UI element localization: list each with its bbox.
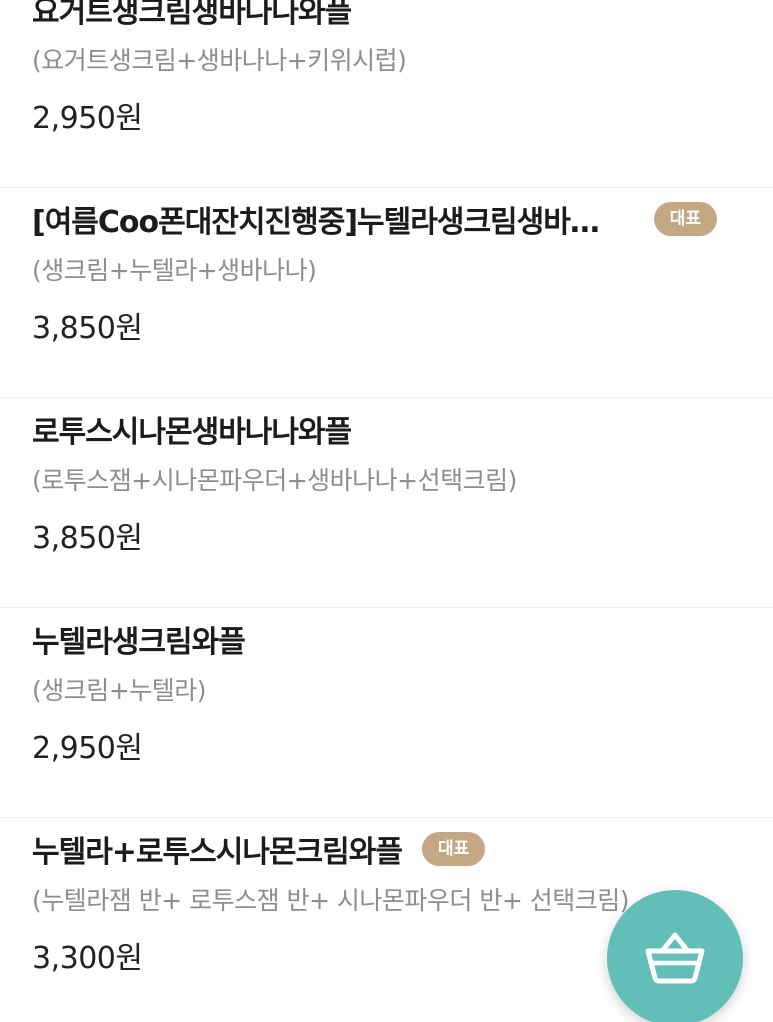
item-title: 누텔라생크림와플 [32, 625, 245, 660]
menu-list: 요거트생크림생바나나와플 (요거트생크림+생바나나+키위시럽) 2,950원 [… [0, 0, 773, 1022]
item-title: 누텔라+로투스시나몬크림와플 [32, 835, 402, 870]
signature-badge: 대표 [653, 202, 717, 236]
item-price: 3,300원 [32, 941, 143, 976]
signature-badge: 대표 [421, 832, 486, 866]
item-title-row: 누텔라+로투스시나몬크림와플 대표 [32, 829, 733, 870]
menu-item[interactable]: 로투스시나몬생바나나와플 (로투스잼+시나몬파우더+생바나나+선택크림) 3,8… [0, 399, 773, 608]
basket-icon [645, 932, 705, 984]
item-title-row: 로투스시나몬생바나나와플 [32, 409, 733, 450]
item-price: 2,950원 [32, 731, 143, 766]
item-title: 로투스시나몬생바나나와플 [32, 415, 352, 450]
item-price: 2,950원 [32, 101, 143, 136]
item-price: 3,850원 [32, 521, 143, 556]
item-description: (로투스잼+시나몬파우더+생바나나+선택크림) [32, 466, 517, 495]
item-title: 요거트생크림생바나나와플 [32, 0, 352, 30]
item-title-row: 누텔라생크림와플 [32, 619, 733, 660]
cart-button[interactable] [607, 890, 743, 1022]
item-title: [여름Coo폰대잔치진행중]누텔라생크림생바나나와플 [32, 205, 624, 240]
menu-item[interactable]: [여름Coo폰대잔치진행중]누텔라생크림생바나나와플 대표 (생크림+누텔라+생… [0, 189, 773, 398]
item-description: (누텔라잼 반+ 로투스잼 반+ 시나몬파우더 반+ 선택크림) [32, 886, 630, 915]
item-title-row: [여름Coo폰대잔치진행중]누텔라생크림생바나나와플 대표 [32, 199, 717, 240]
item-description: (생크림+누텔라) [32, 676, 206, 705]
item-description: (요거트생크림+생바나나+키위시럽) [32, 46, 407, 75]
item-price: 3,850원 [32, 311, 143, 346]
menu-item[interactable]: 요거트생크림생바나나와플 (요거트생크림+생바나나+키위시럽) 2,950원 [0, 0, 773, 188]
menu-item[interactable]: 누텔라생크림와플 (생크림+누텔라) 2,950원 [0, 609, 773, 818]
item-description: (생크림+누텔라+생바나나) [32, 256, 317, 285]
item-title-row: 요거트생크림생바나나와플 [32, 0, 733, 30]
